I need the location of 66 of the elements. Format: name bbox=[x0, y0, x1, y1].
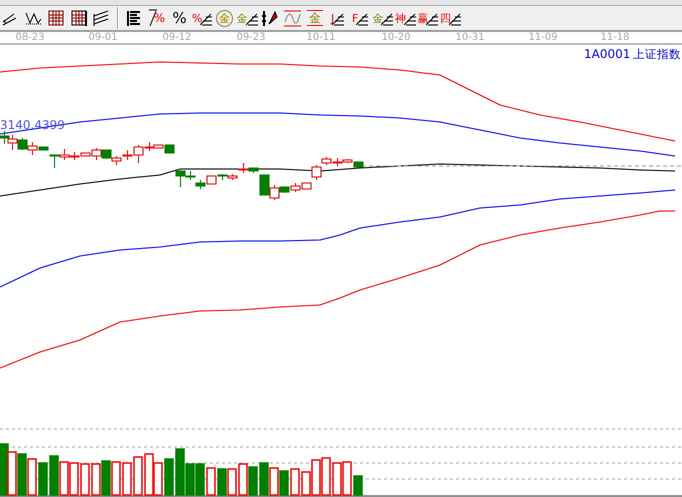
volume-bar bbox=[153, 462, 163, 496]
wave-icon bbox=[282, 8, 302, 28]
volume-bar bbox=[38, 462, 48, 496]
toolbar-button[interactable]: % bbox=[190, 7, 214, 29]
candlestick bbox=[102, 150, 112, 160]
candlestick bbox=[18, 138, 28, 150]
candlestick bbox=[0, 130, 10, 144]
volume-bar bbox=[248, 466, 258, 496]
volume-bar bbox=[133, 456, 143, 496]
date-label: 10-11 bbox=[306, 32, 336, 44]
volume-bar bbox=[290, 468, 300, 496]
date-label: 11-09 bbox=[528, 32, 558, 44]
date-label: 09-12 bbox=[162, 32, 192, 44]
date-label: 10-20 bbox=[381, 32, 411, 44]
grid-icon bbox=[46, 8, 66, 28]
volume-bar bbox=[321, 457, 331, 496]
volume-bar bbox=[259, 462, 269, 496]
toolbar-button[interactable]: 金 bbox=[304, 7, 326, 29]
index-symbol: 1A0001 bbox=[584, 47, 630, 61]
toolbar-button[interactable]: 赢 bbox=[416, 7, 440, 29]
volume-bar bbox=[122, 462, 132, 496]
volume-bar bbox=[59, 461, 69, 496]
volume-bar bbox=[49, 455, 59, 496]
toolbar-button[interactable]: 神 bbox=[394, 7, 417, 29]
volume-bar bbox=[27, 458, 37, 496]
volume-bar bbox=[69, 462, 79, 496]
candlestick bbox=[112, 156, 122, 166]
volume-bar bbox=[195, 463, 205, 496]
volume-bar bbox=[17, 453, 27, 496]
volume-bar bbox=[0, 443, 9, 496]
grid-icon bbox=[70, 8, 89, 28]
candlestick bbox=[8, 134, 18, 150]
volume-bar bbox=[206, 467, 216, 496]
volume-bar bbox=[238, 463, 248, 496]
candlestick bbox=[206, 176, 216, 184]
candlestick bbox=[196, 180, 206, 190]
date-label: 10-31 bbox=[455, 32, 485, 44]
candlestick bbox=[60, 148, 70, 160]
candlestick bbox=[290, 182, 300, 192]
toolbar-button[interactable]: % bbox=[168, 7, 191, 29]
date-label: 11-18 bbox=[600, 32, 630, 44]
volume-bar bbox=[164, 458, 174, 496]
toolbar-button[interactable]: 金 bbox=[372, 7, 394, 29]
candlestick bbox=[50, 154, 60, 168]
date-label: 08-23 bbox=[15, 32, 45, 44]
volume-bar bbox=[7, 451, 17, 496]
volume-bar bbox=[227, 468, 237, 496]
volume-bar bbox=[91, 463, 101, 496]
volume-bar bbox=[279, 470, 289, 496]
date-label: 09-23 bbox=[236, 32, 266, 44]
volume-bar bbox=[332, 462, 342, 496]
toolbar-button[interactable]: J bbox=[326, 7, 349, 29]
price-label: 3140.4399 bbox=[0, 118, 65, 132]
volume-bar bbox=[269, 467, 279, 496]
volume-bar bbox=[144, 453, 154, 496]
toolbar-button[interactable]: % bbox=[146, 7, 168, 29]
volume-bar bbox=[101, 460, 111, 496]
toolbar-button[interactable]: F bbox=[348, 7, 372, 29]
date-label: 09-01 bbox=[88, 32, 118, 44]
volume-bar bbox=[80, 463, 90, 496]
index-name: 上证指数 bbox=[633, 47, 681, 61]
toolbar-button[interactable]: 金 bbox=[236, 7, 259, 29]
volume-bar bbox=[111, 461, 121, 496]
toolbar-button[interactable]: 四 bbox=[439, 7, 462, 29]
pen-bars-icon bbox=[260, 8, 280, 28]
volume-bar bbox=[217, 468, 227, 496]
